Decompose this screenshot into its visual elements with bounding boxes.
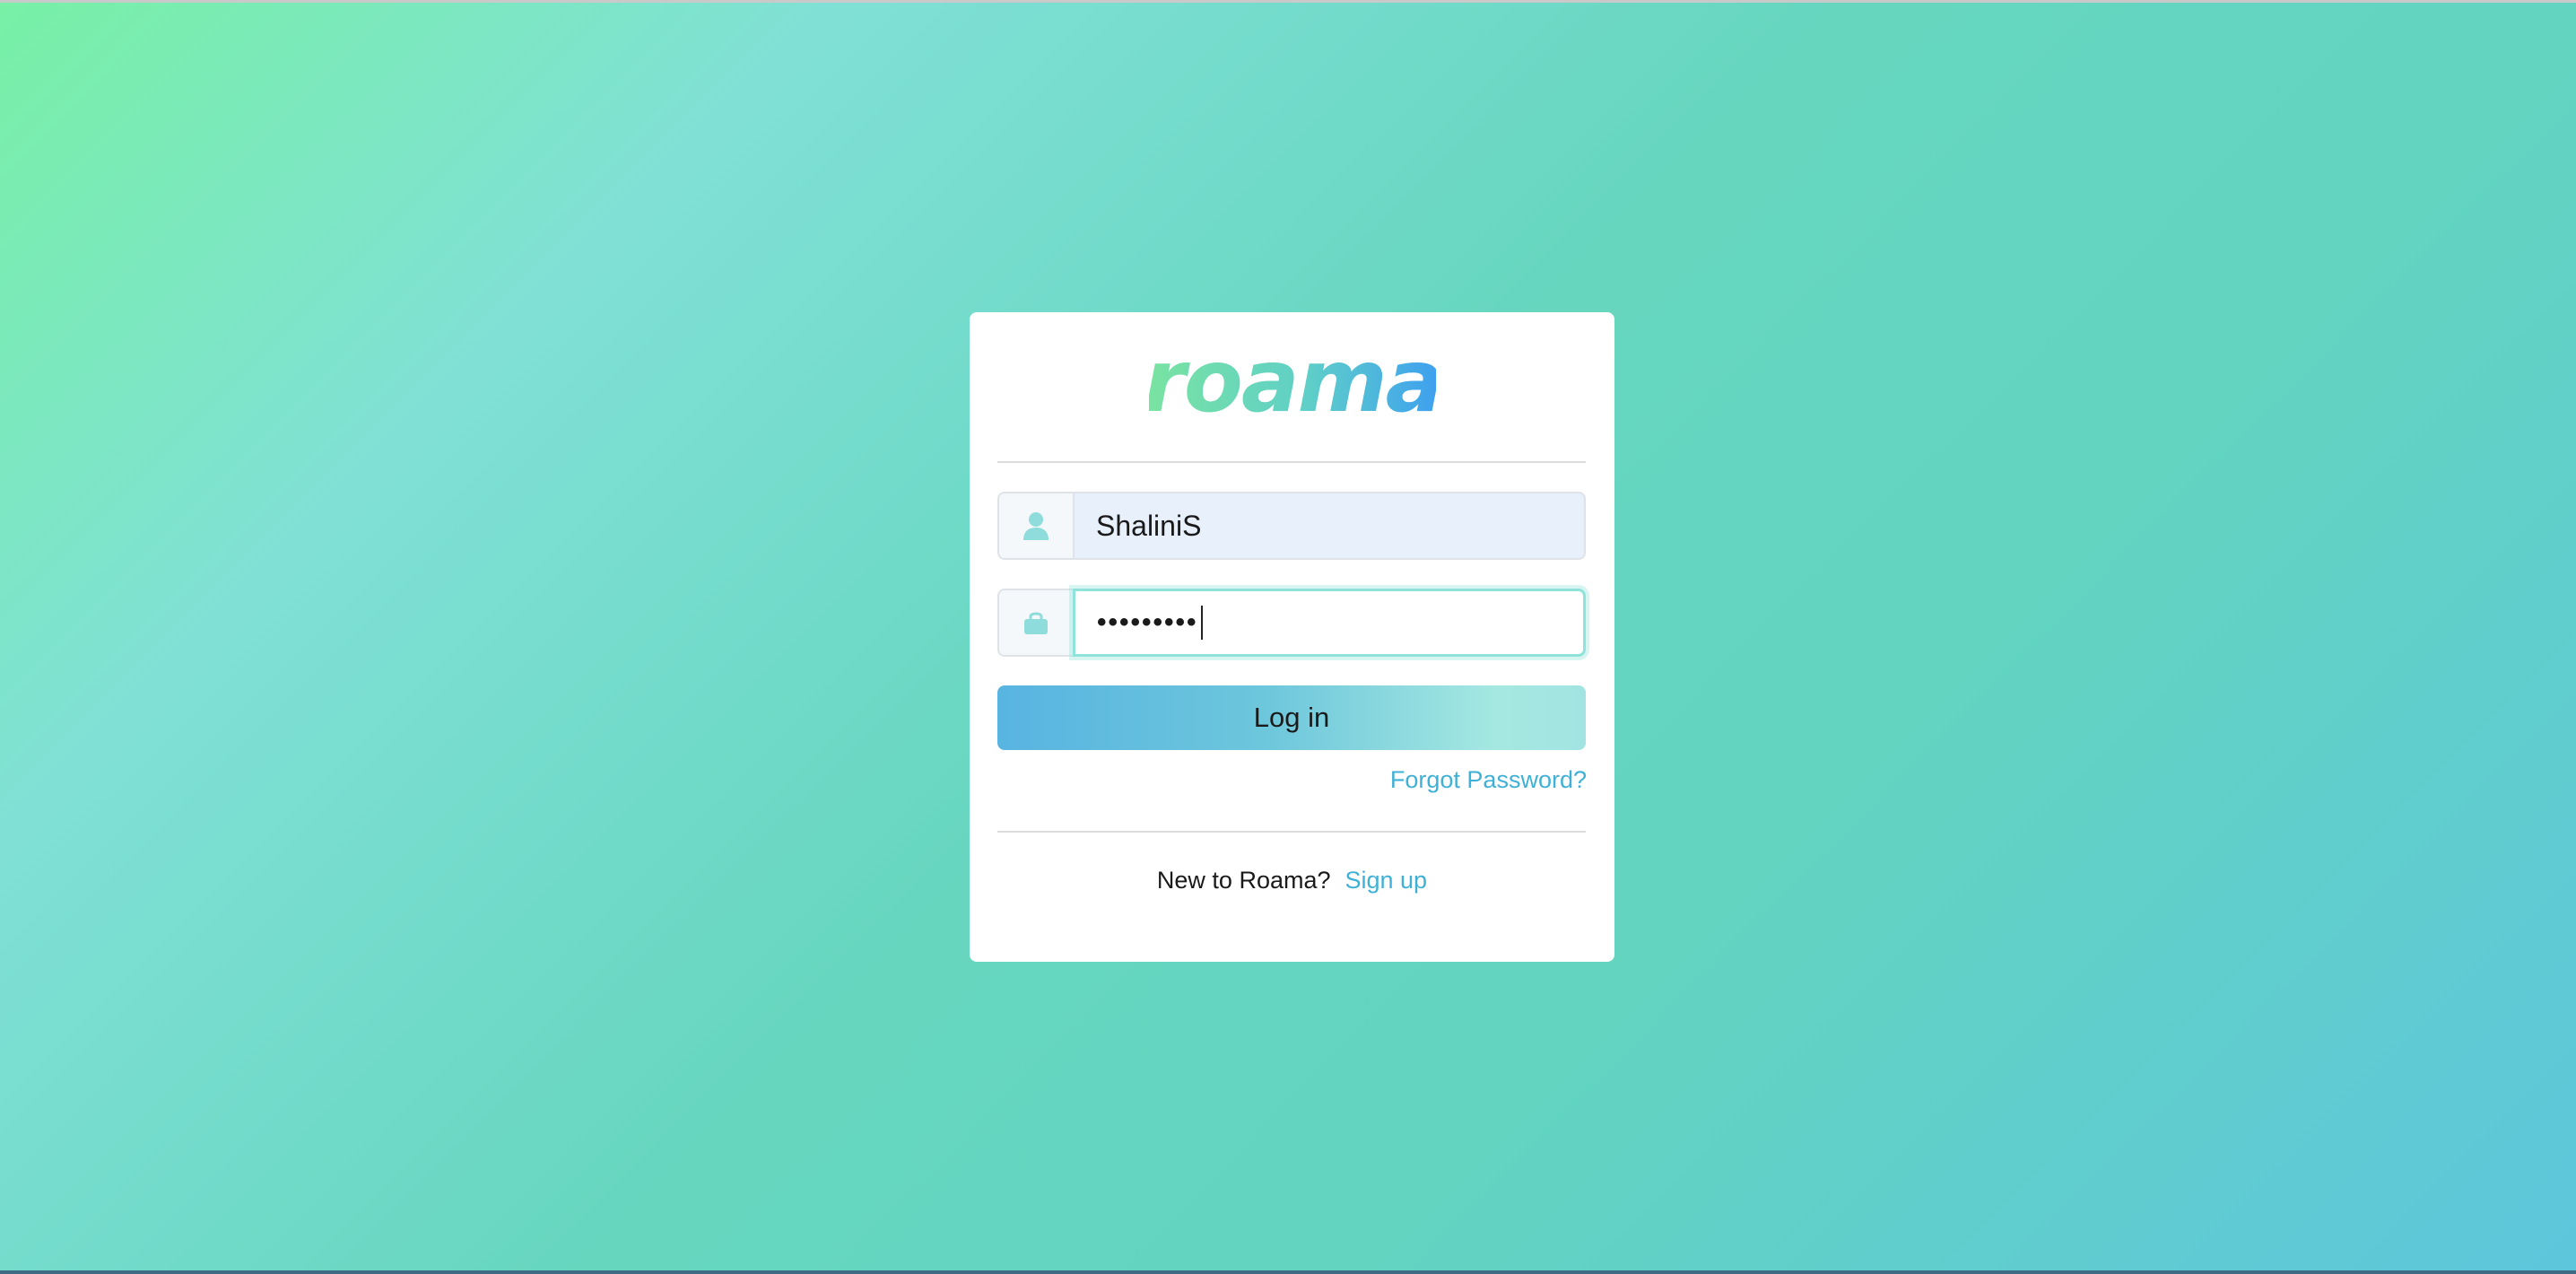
password-input[interactable]: •••••••••: [1073, 589, 1586, 657]
login-card: roama ShaliniS ••••••••• Log in Forgot P…: [970, 312, 1614, 962]
user-icon: [1023, 512, 1049, 540]
logo-wordmark: roama: [1149, 339, 1436, 429]
username-field-group: ShaliniS: [997, 492, 1586, 560]
roama-logo-mark: roama: [1149, 339, 1436, 429]
brand-logo: roama: [970, 330, 1614, 438]
signup-prompt: New to Roama?: [1156, 867, 1331, 894]
lock-icon: [1024, 612, 1048, 634]
header-divider: [997, 461, 1586, 463]
forgot-password-link[interactable]: Forgot Password?: [1390, 766, 1587, 794]
signup-row: New to Roama? Sign up: [970, 867, 1614, 894]
username-addon: [997, 492, 1073, 560]
bottom-edge-bar: [0, 1270, 2576, 1274]
footer-divider: [997, 831, 1586, 833]
username-input[interactable]: ShaliniS: [1073, 492, 1586, 560]
password-field-group: •••••••••: [997, 589, 1586, 657]
password-addon: [997, 589, 1073, 657]
login-button[interactable]: Log in: [997, 685, 1586, 750]
text-caret: [1200, 606, 1203, 640]
password-masked-value: •••••••••: [1097, 607, 1198, 637]
signup-link[interactable]: Sign up: [1345, 867, 1428, 894]
username-value: ShaliniS: [1096, 509, 1202, 542]
